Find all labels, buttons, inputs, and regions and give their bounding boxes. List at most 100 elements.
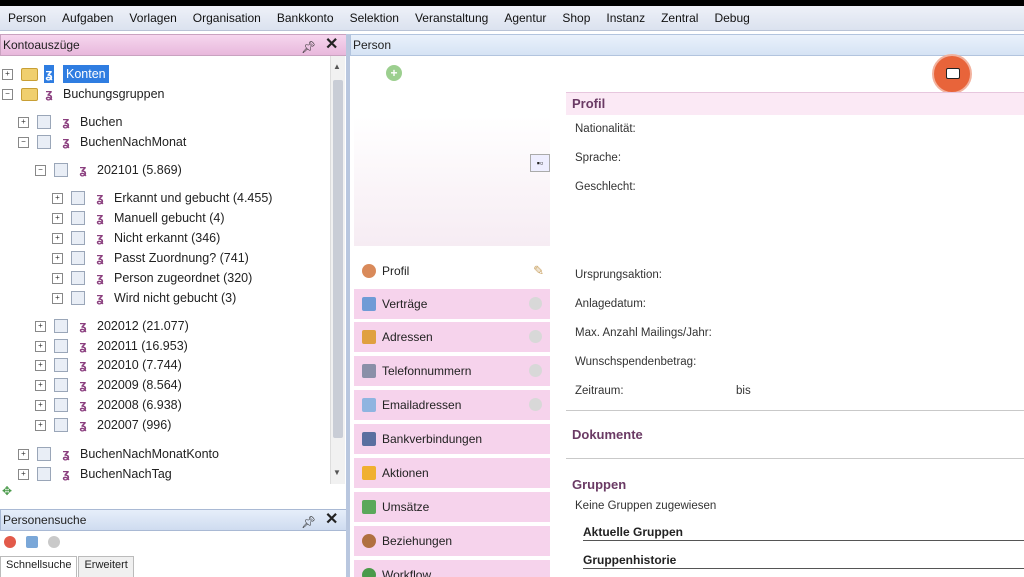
menu-bankkonto[interactable]: Bankkonto xyxy=(269,6,342,30)
card-view-icon[interactable]: ▪▫ xyxy=(530,154,550,172)
tree-item[interactable]: + ʓ Konten xyxy=(2,65,109,83)
tree-item[interactable]: + ʓ 202008 (6.938) xyxy=(35,396,182,414)
checkbox[interactable] xyxy=(71,211,85,225)
nav-emailadressen[interactable]: Emailadressen xyxy=(354,390,550,421)
checkbox[interactable] xyxy=(54,339,68,353)
collapse-icon[interactable]: − xyxy=(18,136,29,148)
add-icon[interactable] xyxy=(529,297,542,310)
expand-icon[interactable]: + xyxy=(52,212,63,224)
menu-veranstaltung[interactable]: Veranstaltung xyxy=(407,6,496,30)
checkbox[interactable] xyxy=(37,447,51,461)
expand-icon[interactable]: + xyxy=(2,68,13,80)
add-icon[interactable] xyxy=(529,398,542,411)
expand-icon[interactable]: + xyxy=(35,399,46,411)
nav-umsaetze[interactable]: Umsätze xyxy=(354,492,550,523)
close-icon[interactable]: ✕ xyxy=(325,35,338,55)
add-icon[interactable] xyxy=(529,330,542,343)
expand-icon[interactable]: + xyxy=(52,292,63,304)
add-icon[interactable]: + xyxy=(386,65,402,81)
close-icon[interactable]: ✕ xyxy=(325,510,338,530)
tree-item[interactable]: + ʓ Buchen xyxy=(18,113,122,131)
tree-item[interactable]: + ʓ 202009 (8.564) xyxy=(35,376,182,394)
tree-item[interactable]: + ʓ 202010 (7.744) xyxy=(35,356,182,374)
scroll-down-icon[interactable]: ▼ xyxy=(333,468,341,477)
reset-icon[interactable] xyxy=(48,536,60,548)
collapse-icon[interactable]: − xyxy=(2,88,13,100)
checkbox[interactable] xyxy=(54,319,68,333)
tree-item[interactable]: − ʓ 202101 (5.869) xyxy=(35,161,182,179)
expand-icon[interactable]: + xyxy=(52,252,63,264)
scroll-thumb[interactable] xyxy=(333,80,343,438)
checkbox[interactable] xyxy=(37,135,51,149)
expand-icon[interactable]: + xyxy=(52,192,63,204)
checkbox[interactable] xyxy=(71,271,85,285)
tree-item[interactable]: + ʓ 202011 (16.953) xyxy=(35,337,188,355)
checkbox[interactable] xyxy=(71,191,85,205)
expand-icon[interactable]: + xyxy=(18,468,29,480)
checkbox[interactable] xyxy=(71,291,85,305)
tree-item[interactable]: + ʓ Nicht erkannt (346) xyxy=(52,229,220,247)
expand-all-icon[interactable]: ✥ xyxy=(2,484,12,498)
menu-person[interactable]: Person xyxy=(0,6,54,30)
expand-icon[interactable]: + xyxy=(18,448,29,460)
tab-schnellsuche[interactable]: Schnellsuche xyxy=(0,556,78,577)
checkbox[interactable] xyxy=(54,358,68,372)
nav-aktionen[interactable]: Aktionen xyxy=(354,458,550,489)
edit-icon[interactable]: ✎ xyxy=(533,263,544,279)
checkbox[interactable] xyxy=(37,467,51,481)
expand-icon[interactable]: + xyxy=(35,359,46,371)
checkbox[interactable] xyxy=(71,251,85,265)
tree-item[interactable]: + ʓ Manuell gebucht (4) xyxy=(52,209,224,227)
expand-icon[interactable]: + xyxy=(52,272,63,284)
pin-icon[interactable]: 📌︎ xyxy=(301,37,316,57)
tab-erweitert[interactable]: Erweitert xyxy=(78,556,134,577)
menu-debug[interactable]: Debug xyxy=(706,6,757,30)
search-icon[interactable] xyxy=(26,536,38,548)
people-icon xyxy=(362,534,376,548)
nav-adressen[interactable]: Adressen xyxy=(354,322,550,353)
expand-icon[interactable]: + xyxy=(35,320,46,332)
checkbox[interactable] xyxy=(71,231,85,245)
menu-aufgaben[interactable]: Aufgaben xyxy=(54,6,121,30)
nav-vertraege[interactable]: Verträge xyxy=(354,289,550,320)
nav-beziehungen[interactable]: Beziehungen xyxy=(354,526,550,557)
clear-icon[interactable] xyxy=(4,536,16,548)
tree-scrollbar[interactable]: ▲ ▼ xyxy=(330,56,345,484)
collapse-icon[interactable]: − xyxy=(35,164,46,176)
tree-item[interactable]: + ʓ 202007 (996) xyxy=(35,416,171,434)
pin-icon[interactable]: 📌︎ xyxy=(301,512,316,532)
expand-icon[interactable]: + xyxy=(52,232,63,244)
tree-item[interactable]: + ʓ BuchenNachTag xyxy=(18,465,172,483)
add-icon[interactable] xyxy=(529,364,542,377)
checkbox[interactable] xyxy=(54,378,68,392)
menu-organisation[interactable]: Organisation xyxy=(185,6,269,30)
tree-item[interactable]: + ʓ Wird nicht gebucht (3) xyxy=(52,289,236,307)
tree-item[interactable]: + ʓ BuchenNachMonatKonto xyxy=(18,445,219,463)
menu-instanz[interactable]: Instanz xyxy=(598,6,653,30)
tree-item[interactable]: + ʓ 202012 (21.077) xyxy=(35,317,189,335)
checkbox[interactable] xyxy=(37,115,51,129)
scroll-up-icon[interactable]: ▲ xyxy=(333,62,341,71)
panel-splitter[interactable] xyxy=(346,34,350,577)
checkbox[interactable] xyxy=(54,418,68,432)
tree-item[interactable]: + ʓ Passt Zuordnung? (741) xyxy=(52,249,249,267)
expand-icon[interactable]: + xyxy=(35,419,46,431)
menu-shop[interactable]: Shop xyxy=(554,6,598,30)
menu-vorlagen[interactable]: Vorlagen xyxy=(121,6,184,30)
menu-selektion[interactable]: Selektion xyxy=(342,6,407,30)
menu-agentur[interactable]: Agentur xyxy=(496,6,554,30)
nav-telefonnummern[interactable]: Telefonnummern xyxy=(354,356,550,387)
expand-icon[interactable]: + xyxy=(18,116,29,128)
nav-profil[interactable]: Profil ✎ xyxy=(354,256,550,287)
expand-icon[interactable]: + xyxy=(35,340,46,352)
checkbox[interactable] xyxy=(54,163,68,177)
checkbox[interactable] xyxy=(54,398,68,412)
tree-item[interactable]: + ʓ Person zugeordnet (320) xyxy=(52,269,252,287)
tree-item[interactable]: − ʓ BuchenNachMonat xyxy=(18,133,186,151)
menu-zentral[interactable]: Zentral xyxy=(653,6,706,30)
nav-workflow[interactable]: Workflow xyxy=(354,560,550,577)
tree-item[interactable]: + ʓ Erkannt und gebucht (4.455) xyxy=(52,189,272,207)
tree-item[interactable]: − ʓ Buchungsgruppen xyxy=(2,85,164,103)
expand-icon[interactable]: + xyxy=(35,379,46,391)
nav-bankverbindungen[interactable]: Bankverbindungen xyxy=(354,424,550,455)
